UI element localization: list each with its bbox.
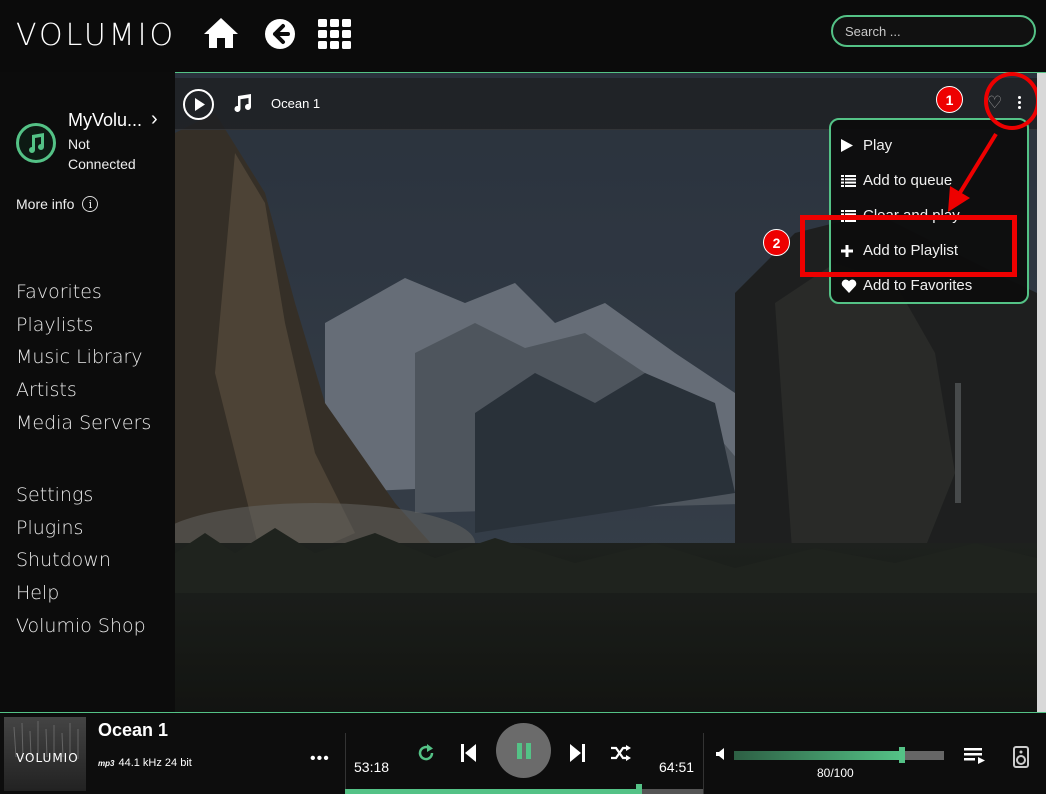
elapsed-time: 53:18 — [354, 759, 390, 775]
volume-label: 80/100 — [817, 766, 854, 780]
next-track-icon[interactable] — [569, 744, 585, 767]
menu-artists[interactable]: Artists — [16, 374, 151, 407]
annotation-arrow — [948, 132, 998, 212]
play-icon — [194, 98, 205, 111]
menu-playlists[interactable]: Playlists — [16, 309, 151, 342]
volume-slider[interactable] — [734, 747, 944, 763]
annotation-highlight-box — [800, 215, 1017, 277]
chevron-right-icon[interactable]: › — [151, 108, 158, 131]
music-device-icon — [16, 123, 56, 163]
menu-settings[interactable]: Settings — [16, 479, 146, 512]
volume-fill — [734, 751, 902, 760]
device-status: Not Connected — [68, 136, 136, 172]
progress-fill — [345, 789, 640, 794]
scrollbar[interactable] — [1037, 73, 1046, 713]
list-icon — [841, 174, 863, 187]
annotation-circle — [984, 72, 1040, 130]
track-title: Ocean 1 — [271, 96, 321, 111]
player-bar: VOLUMIO Ocean 1 mp3 44.1 kHz 24 bit ••• … — [0, 712, 1046, 794]
menu-media-servers[interactable]: Media Servers — [16, 407, 151, 440]
home-icon[interactable] — [202, 16, 240, 52]
menu-add-to-queue-label: Add to queue — [863, 172, 953, 189]
more-info-link[interactable]: More info i — [16, 196, 99, 212]
primary-menu: Favorites Playlists Music Library Artist… — [16, 276, 151, 439]
queue-icon[interactable] — [964, 748, 986, 769]
more-options-button[interactable]: ••• — [310, 750, 330, 768]
audio-format-label: 44.1 kHz 24 bit — [118, 757, 192, 769]
volume-handle[interactable] — [899, 747, 905, 763]
menu-favorites[interactable]: Favorites — [16, 276, 151, 309]
device-name: MyVolu... — [68, 110, 143, 130]
secondary-menu: Settings Plugins Shutdown Help Volumio S… — [16, 479, 146, 642]
volumio-logo[interactable]: VOLUMIO — [16, 18, 176, 53]
menu-play-label: Play — [863, 137, 893, 154]
shuffle-icon[interactable] — [611, 745, 631, 766]
audio-format: mp3 44.1 kHz 24 bit — [98, 757, 192, 769]
menu-add-to-favorites-label: Add to Favorites — [863, 277, 973, 294]
output-device-icon[interactable] — [1013, 746, 1029, 773]
top-header: VOLUMIO — [0, 0, 1046, 72]
progress-handle[interactable] — [636, 784, 643, 794]
music-note-icon — [233, 93, 253, 119]
speaker-icon[interactable] — [716, 747, 726, 765]
divider — [703, 733, 704, 794]
progress-bar[interactable] — [345, 784, 703, 794]
annotation-badge-2: 2 — [763, 229, 790, 256]
previous-track-icon[interactable] — [461, 744, 477, 767]
mp3-badge: mp3 — [98, 758, 115, 768]
menu-plugins[interactable]: Plugins — [16, 512, 146, 545]
sidebar: MyVolu... › Not Connected More info i Fa… — [0, 72, 175, 713]
repeat-icon[interactable] — [417, 744, 435, 767]
more-info-label: More info — [16, 196, 75, 212]
heart-icon — [841, 279, 863, 293]
album-art[interactable]: VOLUMIO — [4, 717, 86, 791]
menu-volumio-shop[interactable]: Volumio Shop — [16, 610, 146, 643]
header-divider — [175, 72, 1046, 73]
menu-help[interactable]: Help — [16, 577, 146, 610]
search-input[interactable] — [831, 15, 1036, 47]
info-icon: i — [82, 196, 99, 212]
grid-menu-icon[interactable] — [317, 16, 355, 52]
now-playing-title: Ocean 1 — [98, 720, 169, 740]
pause-button[interactable] — [496, 723, 551, 778]
play-track-button[interactable] — [183, 89, 214, 120]
total-time: 64:51 — [659, 759, 695, 775]
menu-shutdown[interactable]: Shutdown — [16, 544, 146, 577]
play-icon — [841, 139, 863, 152]
divider — [345, 733, 346, 794]
album-art-logo: VOLUMIO — [16, 751, 79, 765]
annotation-badge-1: 1 — [936, 86, 963, 113]
menu-music-library[interactable]: Music Library — [16, 341, 151, 374]
back-arrow-icon[interactable] — [263, 16, 301, 52]
